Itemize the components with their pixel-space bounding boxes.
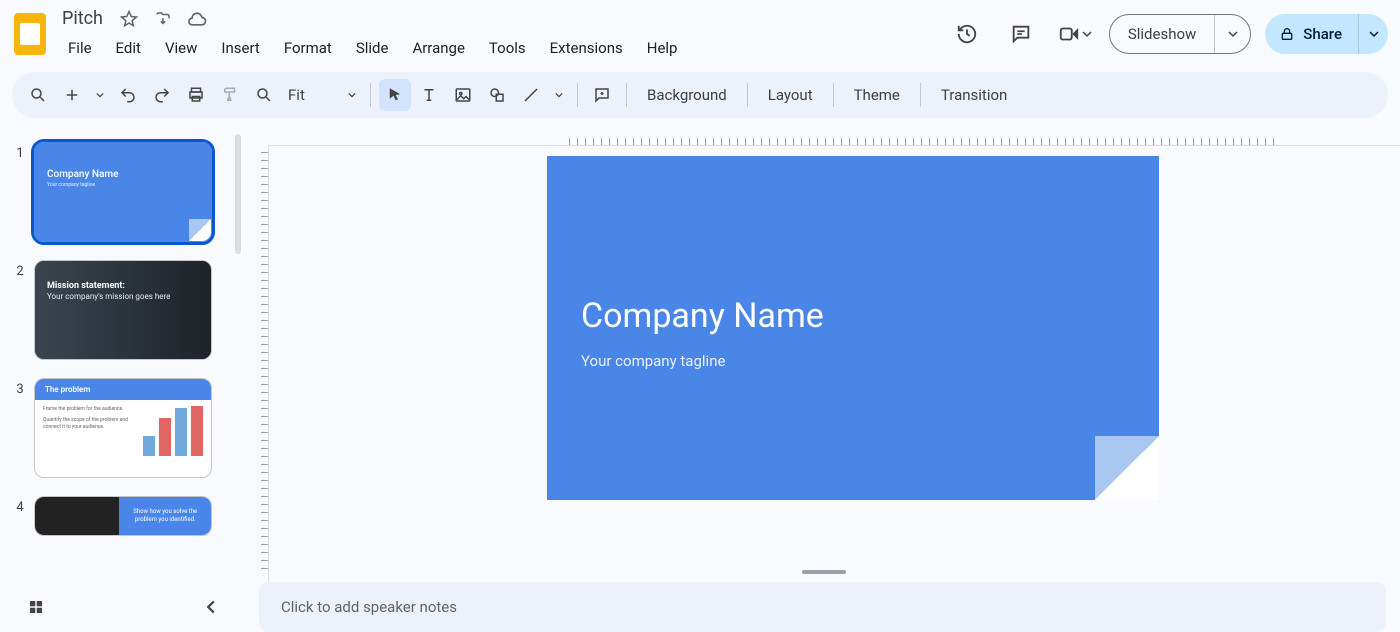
menu-arrange[interactable]: Arrange: [402, 33, 474, 63]
slide-number: 1: [10, 142, 30, 242]
shape-tool[interactable]: [481, 79, 513, 111]
grid-view-icon[interactable]: [24, 595, 48, 619]
thumb-subtitle: Your company's mission goes here: [35, 291, 211, 302]
lock-icon: [1279, 26, 1295, 42]
filmstrip: 1 Company Name Your company tagline 2 Mi…: [0, 128, 247, 582]
slide-number: 4: [10, 496, 30, 536]
page-fold-icon: [189, 219, 211, 241]
slide-thumbnail-4[interactable]: Show how you solve the problem you ident…: [34, 496, 212, 536]
thumb-body: Frame the problem for the audience. Quan…: [43, 406, 137, 471]
bottom-bar: Click to add speaker notes: [0, 582, 1400, 632]
layout-button[interactable]: Layout: [756, 86, 825, 104]
history-icon[interactable]: [947, 14, 987, 54]
move-icon[interactable]: [151, 7, 175, 31]
menu-file[interactable]: File: [58, 33, 102, 63]
slides-logo-icon[interactable]: [12, 10, 48, 58]
slide-canvas-area: Company Name Your company tagline: [247, 128, 1400, 582]
toolbar: Fit Background Layout Theme Transition: [12, 72, 1388, 118]
slideshow-dropdown[interactable]: [1214, 15, 1250, 53]
share-button-group: Share: [1265, 14, 1388, 54]
thumb-title: The problem: [35, 379, 211, 400]
menu-edit[interactable]: Edit: [106, 33, 151, 63]
slideshow-button-group: Slideshow: [1109, 14, 1251, 54]
search-menus-icon[interactable]: [22, 79, 54, 111]
slide-thumbnail-2[interactable]: Mission statement: Your company's missio…: [34, 260, 212, 360]
menu-help[interactable]: Help: [637, 33, 688, 63]
filmstrip-scrollbar[interactable]: [231, 128, 247, 582]
new-slide-button[interactable]: [56, 79, 88, 111]
notes-resize-handle[interactable]: [802, 570, 846, 574]
collapse-filmstrip-icon[interactable]: [199, 595, 223, 619]
zoom-button[interactable]: [248, 79, 280, 111]
menu-bar: File Edit View Insert Format Slide Arran…: [58, 33, 947, 63]
slideshow-button[interactable]: Slideshow: [1110, 15, 1214, 53]
zoom-select[interactable]: Fit: [282, 86, 362, 104]
share-dropdown[interactable]: [1358, 14, 1388, 54]
image-tool[interactable]: [447, 79, 479, 111]
comments-icon[interactable]: [1001, 14, 1041, 54]
slide-thumbnail-3[interactable]: The problem Frame the problem for the au…: [34, 378, 212, 478]
redo-button[interactable]: [146, 79, 178, 111]
menu-extensions[interactable]: Extensions: [540, 33, 633, 63]
thumb-chart: [143, 406, 203, 456]
print-button[interactable]: [180, 79, 212, 111]
undo-button[interactable]: [112, 79, 144, 111]
slide-subtitle-text[interactable]: Your company tagline: [547, 336, 1159, 370]
slide-title-text[interactable]: Company Name: [547, 156, 1159, 336]
workspace: 1 Company Name Your company tagline 2 Mi…: [0, 128, 1400, 582]
thumb-title: Mission statement:: [35, 261, 211, 291]
select-tool[interactable]: [379, 79, 411, 111]
thumb-body: Show how you solve the problem you ident…: [129, 508, 201, 525]
slide-thumb-row-2: 2 Mission statement: Your company's miss…: [10, 260, 221, 360]
slide-thumb-row-1: 1 Company Name Your company tagline: [10, 142, 221, 242]
horizontal-ruler[interactable]: [269, 128, 1400, 146]
document-title[interactable]: Pitch: [58, 6, 107, 31]
menu-insert[interactable]: Insert: [211, 33, 269, 63]
line-tool-dropdown[interactable]: [549, 79, 569, 111]
paint-format-button[interactable]: [214, 79, 246, 111]
speaker-notes-input[interactable]: Click to add speaker notes: [259, 582, 1386, 632]
star-icon[interactable]: [117, 7, 141, 31]
title-bar: Pitch File Edit View Insert Format Slide…: [0, 0, 1400, 70]
comment-insert-button[interactable]: [586, 79, 618, 111]
new-slide-dropdown[interactable]: [90, 79, 110, 111]
slide-thumb-row-3: 3 The problem Frame the problem for the …: [10, 378, 221, 478]
slide-number: 2: [10, 260, 30, 360]
thumb-title: Company Name: [35, 143, 211, 180]
current-slide[interactable]: Company Name Your company tagline: [547, 156, 1159, 500]
menu-tools[interactable]: Tools: [479, 33, 536, 63]
line-tool[interactable]: [515, 79, 547, 111]
menu-view[interactable]: View: [155, 33, 207, 63]
thumb-subtitle: Your company tagline: [35, 180, 211, 188]
slide-thumb-row-4: 4 Show how you solve the problem you ide…: [10, 496, 221, 536]
slide-thumbnail-1[interactable]: Company Name Your company tagline: [34, 142, 212, 242]
transition-button[interactable]: Transition: [929, 86, 1019, 104]
cloud-status-icon[interactable]: [185, 7, 209, 31]
meet-icon[interactable]: [1055, 14, 1095, 54]
theme-button[interactable]: Theme: [842, 86, 912, 104]
textbox-tool[interactable]: [413, 79, 445, 111]
page-fold-icon: [1095, 436, 1159, 500]
background-button[interactable]: Background: [635, 86, 739, 104]
share-button[interactable]: Share: [1265, 14, 1358, 54]
menu-format[interactable]: Format: [274, 33, 342, 63]
slide-number: 3: [10, 378, 30, 478]
menu-slide[interactable]: Slide: [346, 33, 399, 63]
vertical-ruler[interactable]: [247, 146, 269, 582]
